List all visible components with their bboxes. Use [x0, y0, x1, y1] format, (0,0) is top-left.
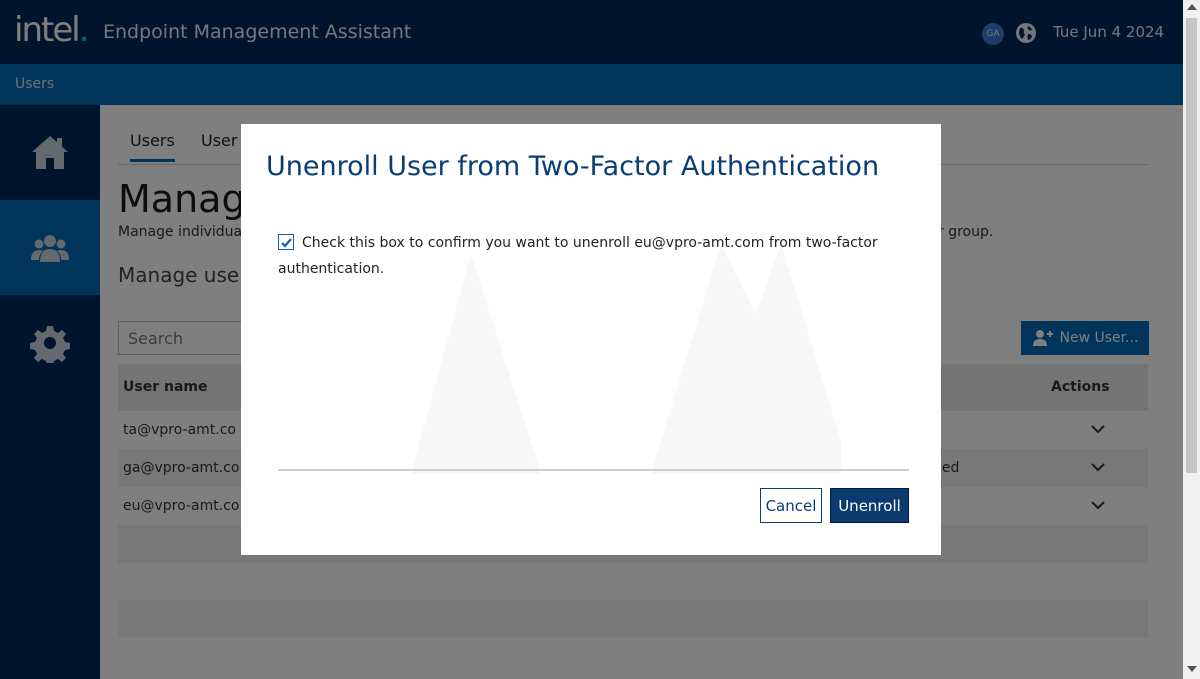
page-scrollbar[interactable] — [1183, 0, 1200, 679]
scroll-up-arrow-icon[interactable] — [1187, 4, 1197, 10]
checkmark-icon — [281, 238, 292, 248]
confirm-text: Check this box to confirm you want to un… — [278, 235, 878, 277]
confirm-row: Check this box to confirm you want to un… — [278, 230, 898, 282]
unenroll-button[interactable]: Unenroll — [830, 488, 909, 523]
scroll-down-arrow-icon[interactable] — [1187, 666, 1197, 672]
confirm-checkbox[interactable] — [278, 234, 294, 250]
dialog-title: Unenroll User from Two-Factor Authentica… — [266, 151, 880, 182]
cancel-button[interactable]: Cancel — [760, 488, 822, 523]
scroll-thumb[interactable] — [1186, 18, 1197, 473]
unenroll-dialog: Unenroll User from Two-Factor Authentica… — [241, 124, 941, 555]
dialog-divider — [278, 469, 909, 471]
